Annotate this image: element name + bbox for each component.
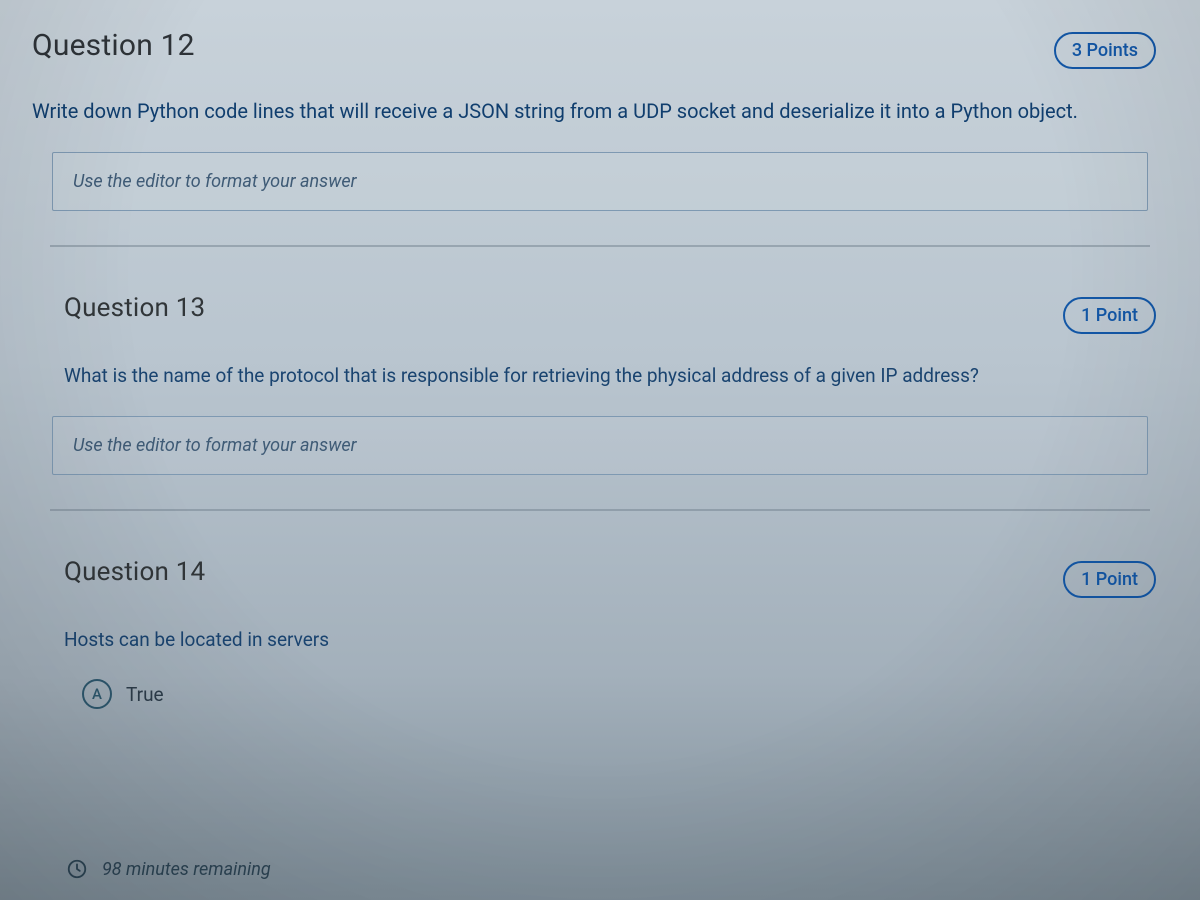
question-title: Question 14 <box>32 557 205 587</box>
question-title: Question 12 <box>32 28 195 63</box>
clock-icon <box>66 858 88 880</box>
option-label[interactable]: True <box>126 683 164 706</box>
question-prompt: Write down Python code lines that will r… <box>32 97 1168 126</box>
question-header: Question 14 1 Point <box>32 557 1168 598</box>
divider <box>50 509 1150 511</box>
question-title: Question 13 <box>32 293 205 323</box>
points-badge: 3 Points <box>1054 32 1156 69</box>
answer-placeholder: Use the editor to format your answer <box>73 435 356 456</box>
option-a-row[interactable]: A True <box>32 679 1168 709</box>
question-prompt: What is the name of the protocol that is… <box>32 362 1168 390</box>
answer-placeholder: Use the editor to format your answer <box>73 171 356 192</box>
time-remaining-text: 98 minutes remaining <box>102 859 271 880</box>
question-header: Question 12 3 Points <box>32 28 1168 69</box>
question-13: Question 13 1 Point What is the name of … <box>18 275 1182 539</box>
question-12: Question 12 3 Points Write down Python c… <box>18 10 1182 275</box>
quiz-page: Question 12 3 Points Write down Python c… <box>0 0 1200 737</box>
question-header: Question 13 1 Point <box>32 293 1168 334</box>
divider <box>50 245 1150 247</box>
points-badge: 1 Point <box>1063 297 1156 334</box>
time-remaining-bar: 98 minutes remaining <box>0 858 1200 880</box>
option-radio[interactable]: A <box>82 679 112 709</box>
question-prompt: Hosts can be located in servers <box>32 626 1168 654</box>
question-14: Question 14 1 Point Hosts can be located… <box>18 539 1182 738</box>
answer-editor[interactable]: Use the editor to format your answer <box>52 416 1148 475</box>
points-badge: 1 Point <box>1063 561 1156 598</box>
answer-editor[interactable]: Use the editor to format your answer <box>52 152 1148 211</box>
